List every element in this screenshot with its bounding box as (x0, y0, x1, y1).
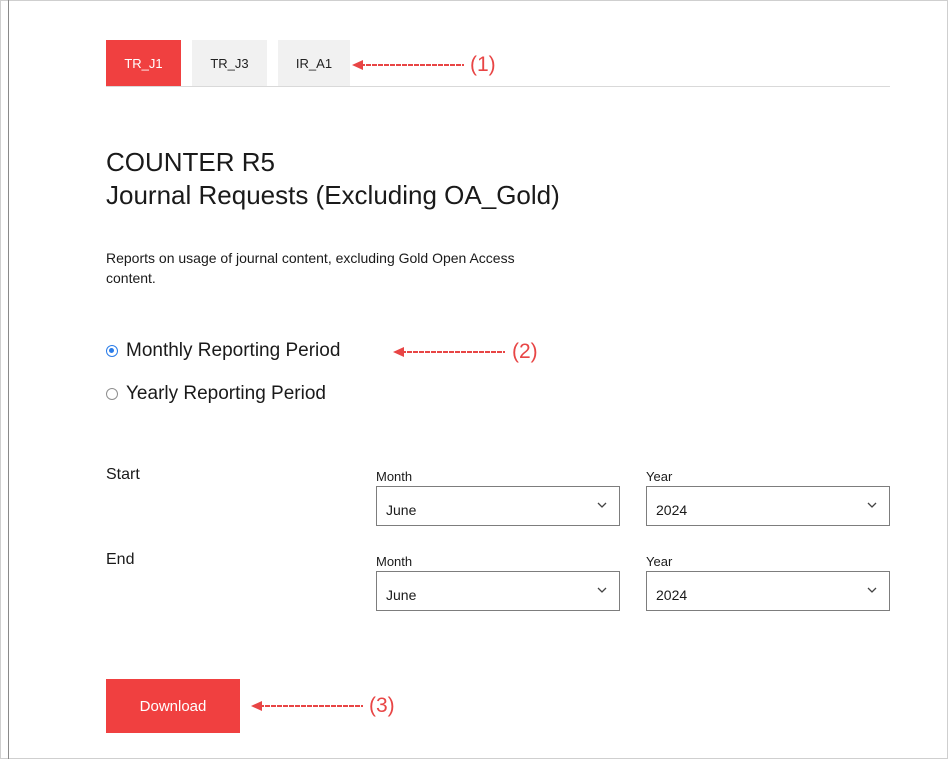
start-year-select[interactable]: 2024 (646, 486, 890, 526)
radio-monthly-period[interactable]: Monthly Reporting Period (106, 340, 340, 362)
left-panel-edge (8, 0, 9, 759)
annotation-arrow-1 (352, 60, 464, 70)
end-year-label: Year (646, 554, 673, 569)
start-month-label: Month (376, 469, 413, 484)
title-line-1: COUNTER R5 (106, 147, 276, 177)
radio-checked-icon[interactable] (106, 345, 118, 357)
annotation-arrow-3 (251, 701, 363, 711)
chevron-down-icon (597, 587, 607, 593)
start-year-label: Year (646, 469, 673, 484)
title-line-2: Journal Requests (Excluding OA_Gold) (106, 180, 560, 210)
end-label: End (106, 551, 135, 568)
annotation-label-3: (3) (369, 694, 395, 717)
end-year-select[interactable]: 2024 (646, 571, 890, 611)
chevron-down-icon (597, 502, 607, 508)
tab-tr-j3[interactable]: TR_J3 (192, 40, 267, 86)
report-description: Reports on usage of journal content, exc… (106, 250, 515, 286)
start-year-value: 2024 (656, 502, 688, 518)
end-month-value: June (386, 587, 417, 603)
radio-monthly-label: Monthly Reporting Period (126, 340, 341, 361)
download-button[interactable]: Download (106, 679, 240, 733)
radio-yearly-label: Yearly Reporting Period (126, 383, 326, 404)
content-frame (0, 0, 948, 759)
end-month-label: Month (376, 554, 413, 569)
chevron-down-icon (867, 587, 877, 593)
annotation-label-1: (1) (470, 53, 496, 76)
radio-yearly-period[interactable]: Yearly Reporting Period (106, 383, 326, 405)
end-year-value: 2024 (656, 587, 688, 603)
annotation-arrow-2 (393, 347, 505, 357)
start-month-select[interactable]: June (376, 486, 620, 526)
radio-unchecked-icon[interactable] (106, 388, 118, 400)
tab-tr-j1[interactable]: TR_J1 (106, 40, 181, 86)
page-title: COUNTER R5 Journal Requests (Excluding O… (106, 146, 560, 212)
report-tabs: TR_J1 TR_J3 IR_A1 (106, 40, 890, 87)
tab-ir-a1[interactable]: IR_A1 (278, 40, 350, 86)
start-month-value: June (386, 502, 417, 518)
annotation-label-2: (2) (512, 340, 538, 363)
chevron-down-icon (867, 502, 877, 508)
end-month-select[interactable]: June (376, 571, 620, 611)
start-label: Start (106, 466, 140, 483)
